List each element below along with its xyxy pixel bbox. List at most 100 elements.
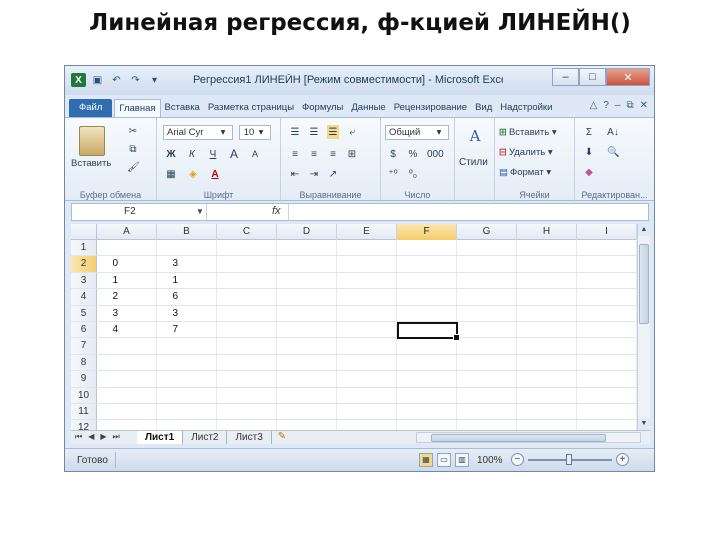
cell-c3[interactable]	[217, 272, 277, 289]
column-header-b[interactable]: B	[157, 224, 217, 240]
styles-icon[interactable]: A	[462, 124, 488, 148]
percent-button[interactable]: %	[407, 147, 419, 161]
cell-c10[interactable]	[217, 387, 277, 403]
currency-button[interactable]: $	[387, 147, 399, 161]
close-button[interactable]: ✕	[606, 68, 650, 86]
row-header[interactable]: 1	[71, 240, 97, 256]
vertical-scroll-thumb[interactable]	[639, 244, 649, 324]
font-name-select[interactable]: Arial Cyr ▾	[163, 124, 233, 140]
cell-g9[interactable]	[457, 371, 517, 387]
cell-c1[interactable]	[217, 240, 277, 256]
cell-i1[interactable]	[577, 240, 637, 256]
tab-2[interactable]: Вставка	[161, 99, 204, 117]
formula-input[interactable]	[292, 204, 647, 220]
cell-e10[interactable]	[337, 387, 397, 403]
cell-i5[interactable]	[577, 305, 637, 321]
cell-d10[interactable]	[277, 387, 337, 403]
cell-e2[interactable]	[337, 256, 397, 272]
cell-d1[interactable]	[277, 240, 337, 256]
cell-d12[interactable]	[277, 420, 337, 430]
cell-e4[interactable]	[337, 289, 397, 305]
cell-c11[interactable]	[217, 404, 277, 420]
increase-decimal-icon[interactable]: ⁺⁰	[387, 167, 399, 181]
cell-b3[interactable]: 1	[157, 272, 217, 289]
styles-button[interactable]: Стили	[459, 155, 488, 169]
cell-d7[interactable]	[277, 338, 337, 354]
bold-button[interactable]: Ж	[165, 147, 177, 161]
cell-h10[interactable]	[517, 387, 577, 403]
cell-h9[interactable]	[517, 371, 577, 387]
cell-g7[interactable]	[457, 338, 517, 354]
cut-icon[interactable]: ✂	[127, 124, 139, 138]
insert-sheet-icon[interactable]: ✎	[272, 431, 292, 444]
cell-h12[interactable]	[517, 420, 577, 430]
prev-sheet-icon[interactable]: ◀	[88, 432, 94, 442]
cell-h2[interactable]	[517, 256, 577, 272]
sheet-tab-3[interactable]: Лист3	[227, 431, 272, 444]
format-cells-button[interactable]: ▤ Формат ▾	[499, 165, 551, 179]
normal-view-icon[interactable]: ▦	[419, 453, 433, 467]
align-top-icon[interactable]: ☰	[289, 125, 301, 139]
doc-restore-icon[interactable]: ⧉	[626, 100, 633, 111]
align-left-icon[interactable]: ≡	[289, 147, 301, 161]
align-right-icon[interactable]: ≡	[327, 147, 339, 161]
name-box[interactable]: F2	[72, 204, 207, 220]
tab-0[interactable]: Файл	[69, 99, 113, 117]
active-cell-cursor[interactable]	[397, 322, 460, 341]
paste-icon[interactable]	[79, 126, 105, 156]
merge-cells-icon[interactable]: ⊞	[346, 147, 358, 161]
tab-1[interactable]: Главная	[114, 99, 161, 117]
cell-i3[interactable]	[577, 272, 637, 289]
autosum-icon[interactable]: Σ	[583, 125, 595, 139]
cell-b5[interactable]: 3	[157, 305, 217, 321]
row-header[interactable]: 6	[71, 322, 97, 338]
row-header[interactable]: 5	[71, 305, 97, 321]
cell-i10[interactable]	[577, 387, 637, 403]
cell-f7[interactable]	[397, 338, 457, 354]
cell-e9[interactable]	[337, 371, 397, 387]
cell-a10[interactable]	[97, 387, 157, 403]
cell-h3[interactable]	[517, 272, 577, 289]
vertical-scrollbar[interactable]: ▲ ▼	[637, 224, 650, 430]
copy-icon[interactable]: ⧉	[127, 142, 139, 156]
cell-b12[interactable]	[157, 420, 217, 430]
cell-d5[interactable]	[277, 305, 337, 321]
cell-f10[interactable]	[397, 387, 457, 403]
fill-icon[interactable]: ⬇	[583, 145, 595, 159]
cell-i4[interactable]	[577, 289, 637, 305]
undo-icon[interactable]: ↶	[109, 73, 124, 87]
cell-b9[interactable]	[157, 371, 217, 387]
column-header-e[interactable]: E	[337, 224, 397, 240]
cell-e8[interactable]	[337, 354, 397, 371]
cell-a4[interactable]: 2	[97, 289, 157, 305]
cell-b10[interactable]	[157, 387, 217, 403]
insert-function-icon[interactable]: fx	[272, 205, 281, 217]
cell-g5[interactable]	[457, 305, 517, 321]
row-header[interactable]: 10	[71, 387, 97, 403]
cell-e7[interactable]	[337, 338, 397, 354]
zoom-in-icon[interactable]: +	[616, 453, 629, 466]
align-bottom-icon[interactable]: ☰	[327, 125, 339, 139]
zoom-out-icon[interactable]: −	[511, 453, 524, 466]
tab-4[interactable]: Формулы	[298, 99, 347, 117]
tab-7[interactable]: Вид	[471, 99, 496, 117]
tab-5[interactable]: Данные	[347, 99, 389, 117]
customize-qat-icon[interactable]: ▾	[147, 73, 162, 87]
increase-indent-icon[interactable]: ⇥	[308, 167, 320, 181]
cell-d3[interactable]	[277, 272, 337, 289]
sort-filter-icon[interactable]: A↓	[607, 125, 619, 139]
cell-b11[interactable]	[157, 404, 217, 420]
cell-i6[interactable]	[577, 322, 637, 338]
row-header[interactable]: 7	[71, 338, 97, 354]
cell-i11[interactable]	[577, 404, 637, 420]
cell-g2[interactable]	[457, 256, 517, 272]
tab-8[interactable]: Надстройки	[496, 99, 556, 117]
cell-b4[interactable]: 6	[157, 289, 217, 305]
horizontal-scroll-thumb[interactable]	[431, 434, 606, 442]
cell-f9[interactable]	[397, 371, 457, 387]
cell-d11[interactable]	[277, 404, 337, 420]
sheet-tab-1[interactable]: Лист1	[137, 431, 184, 444]
select-all-corner[interactable]	[71, 224, 97, 240]
cell-e1[interactable]	[337, 240, 397, 256]
column-header-h[interactable]: H	[517, 224, 577, 240]
